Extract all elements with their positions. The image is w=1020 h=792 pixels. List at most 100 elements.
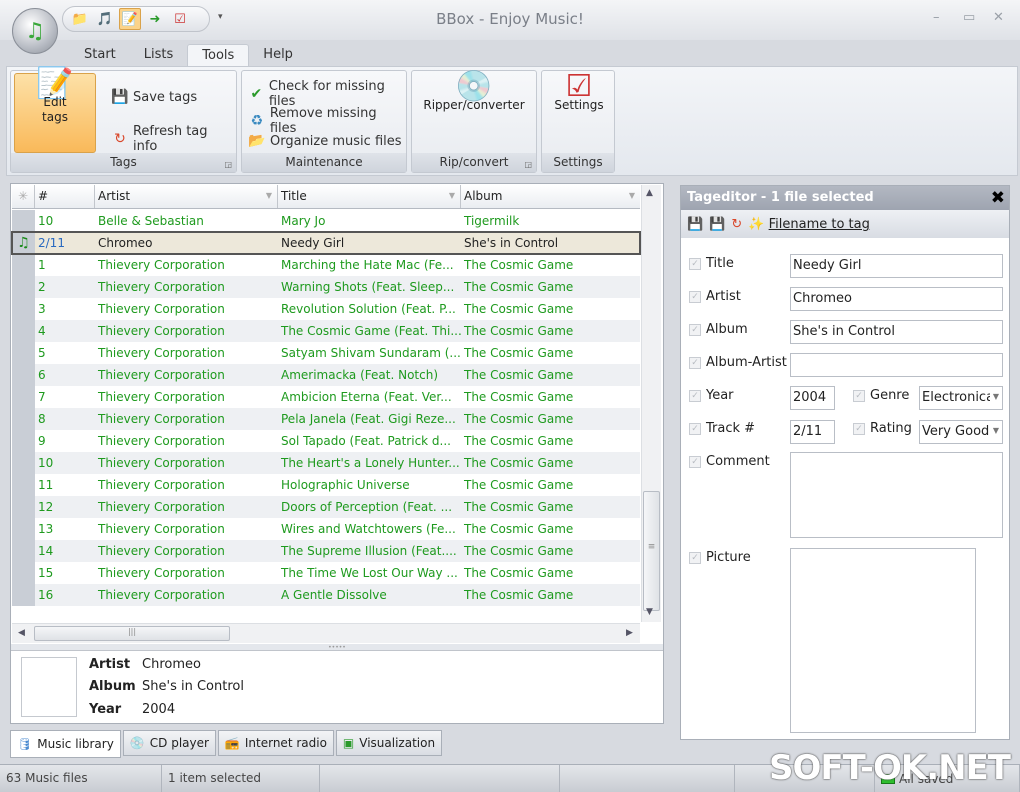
ripper-converter-button[interactable]: 💿 Ripper/converter: [416, 72, 532, 113]
table-row[interactable]: 13 Thievery Corporation Wires and Watchtow…: [12, 518, 640, 540]
field-picture-label[interactable]: ✓ Picture: [689, 550, 751, 565]
tab-visualization[interactable]: ▣ Visualization: [335, 730, 443, 756]
horizontal-scrollbar[interactable]: ◀ ||| ▶: [12, 623, 640, 643]
cell-number: 8: [38, 412, 46, 426]
filename-to-tag-button[interactable]: ✨ Filename to tag: [748, 217, 870, 232]
checkbox-icon[interactable]: ✓: [689, 422, 701, 435]
field-year-label[interactable]: ✓ Year: [689, 388, 734, 403]
checkbox-icon[interactable]: ✓: [689, 356, 701, 369]
minimize-button[interactable]: –: [933, 10, 940, 25]
table-row[interactable]: 12 Thievery Corporation Doors of Perceptio…: [12, 496, 640, 518]
settings-button[interactable]: ☑ Settings: [544, 72, 614, 113]
tab-music-library[interactable]: 🛢 Music library: [10, 730, 121, 758]
table-row[interactable]: 15 Thievery Corporation The Time We Lost O…: [12, 562, 640, 584]
year-field[interactable]: 2004: [790, 386, 835, 410]
table-row[interactable]: 11 Thievery Corporation Holographic Univer…: [12, 474, 640, 496]
checkbox-icon[interactable]: ✓: [853, 389, 865, 402]
field-title-label[interactable]: ✓ Title: [689, 256, 734, 271]
table-row[interactable]: 2 Thievery Corporation Warning Shots (Feat…: [12, 276, 640, 298]
cell-title: Mary Jo: [281, 214, 326, 228]
field-track-label[interactable]: ✓ Track #: [689, 421, 755, 436]
remove-missing-files-button[interactable]: ♻ Remove missing files: [248, 106, 406, 136]
scroll-up-icon[interactable]: ▲: [646, 188, 653, 198]
table-row[interactable]: 8 Thievery Corporation Pela Janela (Feat. …: [12, 408, 640, 430]
table-row[interactable]: 3 Thievery Corporation Revolution Solution…: [12, 298, 640, 320]
save-tags-button[interactable]: 💾 Save tags: [111, 89, 197, 105]
table-row[interactable]: 1 Thievery Corporation Marching the Hate M…: [12, 254, 640, 276]
tab-tools[interactable]: Tools: [187, 44, 250, 66]
column-header-artist[interactable]: Artist ▼: [95, 185, 278, 208]
title-field[interactable]: Needy Girl: [790, 254, 1003, 278]
checkbox-icon[interactable]: ✓: [853, 422, 865, 435]
cell-number: 14: [38, 544, 54, 558]
organize-music-files-button[interactable]: 📂 Organize music files: [248, 133, 401, 149]
close-button[interactable]: ✕: [993, 10, 1004, 25]
cell-number: 2: [38, 280, 46, 294]
filter-dropdown-icon[interactable]: ▼: [266, 191, 272, 200]
column-header-number[interactable]: #: [35, 185, 95, 208]
cell-artist: Thievery Corporation: [98, 566, 225, 580]
tab-start[interactable]: Start: [70, 44, 130, 66]
scroll-thumb[interactable]: ≡: [643, 491, 660, 611]
track-field[interactable]: 2/11: [790, 420, 835, 444]
table-row[interactable]: 10 Belle & Sebastian Mary Jo Tigermilk: [12, 210, 640, 232]
field-album-artist-label[interactable]: ✓ Album-Artist: [689, 355, 787, 370]
table-row[interactable]: 16 Thievery Corporation A Gentle Dissolve T…: [12, 584, 640, 606]
filter-dropdown-icon[interactable]: ▼: [629, 191, 635, 200]
checkbox-icon[interactable]: ✓: [689, 389, 701, 402]
column-header-album[interactable]: Album ▼: [461, 185, 640, 208]
field-album-label[interactable]: ✓ Album: [689, 322, 748, 337]
tab-help[interactable]: Help: [249, 44, 307, 66]
cell-album: The Cosmic Game: [464, 324, 574, 338]
table-row[interactable]: 9 Thievery Corporation Sol Tapado (Feat. P…: [12, 430, 640, 452]
table-row[interactable]: 7 Thievery Corporation Ambicion Eterna (Fe…: [12, 386, 640, 408]
save-all-icon[interactable]: 💾: [709, 217, 725, 232]
tab-cd-player[interactable]: 💿 CD player: [122, 730, 216, 756]
table-row[interactable]: 14 Thievery Corporation The Supreme Illusi…: [12, 540, 640, 562]
table-row[interactable]: 6 Thievery Corporation Amerimacka (Feat. N…: [12, 364, 640, 386]
vertical-scrollbar[interactable]: ▲ ≡ ▼: [641, 185, 661, 622]
scroll-right-icon[interactable]: ▶: [626, 628, 633, 638]
refresh-tag-info-button[interactable]: ↻ Refresh tag info: [111, 124, 236, 154]
maximize-button[interactable]: ▭: [963, 10, 975, 25]
column-header-title[interactable]: Title ▼: [278, 185, 461, 208]
table-row[interactable]: 5 Thievery Corporation Satyam Shivam Sunda…: [12, 342, 640, 364]
field-genre-label[interactable]: ✓ Genre: [853, 388, 909, 403]
table-row[interactable]: ♫ 2/11 Chromeo Needy Girl She's in Control: [11, 231, 641, 255]
genre-select[interactable]: Electronica ▼: [919, 386, 1003, 410]
album-field[interactable]: She's in Control: [790, 320, 1003, 344]
artist-field[interactable]: Chromeo: [790, 287, 1003, 311]
save-icon[interactable]: 💾: [687, 217, 703, 232]
close-icon[interactable]: ✖: [991, 188, 1005, 208]
scroll-left-icon[interactable]: ◀: [18, 628, 25, 638]
checkbox-icon[interactable]: ✓: [689, 257, 701, 270]
table-row[interactable]: 4 Thievery Corporation The Cosmic Game (Fe…: [12, 320, 640, 342]
scroll-down-icon[interactable]: ▼: [646, 607, 653, 617]
dialog-launcher-icon[interactable]: ◲: [524, 160, 532, 169]
app-menu-orb[interactable]: ♫: [12, 8, 58, 54]
checkbox-icon[interactable]: ✓: [689, 290, 701, 303]
field-artist-label[interactable]: ✓ Artist: [689, 289, 741, 304]
tab-internet-radio[interactable]: 📻 Internet radio: [217, 730, 334, 756]
checkbox-icon[interactable]: ✓: [689, 551, 701, 564]
row-selector: [12, 452, 35, 474]
cell-artist: Thievery Corporation: [98, 346, 225, 360]
checkbox-icon[interactable]: ✓: [689, 323, 701, 336]
dialog-launcher-icon[interactable]: ◲: [224, 160, 232, 169]
scroll-thumb[interactable]: |||: [34, 626, 230, 641]
comment-field[interactable]: [790, 452, 1003, 538]
table-row[interactable]: 10 Thievery Corporation The Heart's a Lone…: [12, 452, 640, 474]
field-rating-label[interactable]: ✓ Rating: [853, 421, 912, 436]
album-artist-field[interactable]: [790, 353, 1003, 377]
filter-dropdown-icon[interactable]: ▼: [449, 191, 455, 200]
field-comment-label[interactable]: ✓ Comment: [689, 454, 770, 469]
rating-select[interactable]: Very Good ▼: [919, 420, 1003, 444]
refresh-icon[interactable]: ↻: [731, 217, 742, 232]
tab-lists[interactable]: Lists: [130, 44, 188, 66]
picture-box[interactable]: [790, 548, 976, 733]
edit-tags-button[interactable]: 📝 Edit tags: [14, 69, 96, 153]
select-all-icon[interactable]: ✳: [12, 185, 35, 208]
checkbox-icon[interactable]: ✓: [689, 455, 701, 468]
cell-title: A Gentle Dissolve: [281, 588, 387, 602]
check-missing-files-button[interactable]: ✔ Check for missing files: [248, 79, 406, 109]
